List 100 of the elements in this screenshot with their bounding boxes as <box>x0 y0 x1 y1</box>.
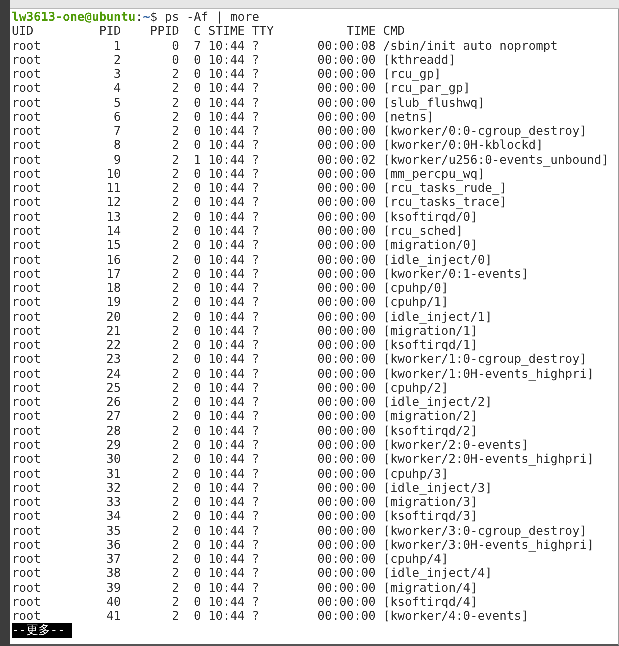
table-cell-text: ? <box>252 338 260 352</box>
table-cell-text: 18 <box>106 281 122 296</box>
prompt-user-host: lw3613-one@ubuntu <box>12 10 136 24</box>
table-cell-text: 24 <box>106 366 122 381</box>
table-cell-text: root <box>12 210 42 224</box>
table-cell-text: root <box>12 380 42 396</box>
table-cell-text: 0 <box>192 252 202 267</box>
table-cell-text: root <box>12 38 42 53</box>
table-cell-text: 2 <box>171 509 180 524</box>
table-cell-text: ? <box>252 480 260 496</box>
table-cell: 10:44 <box>208 210 245 224</box>
column-header: TIME <box>346 24 376 39</box>
table-cell: 10:44 <box>208 580 245 595</box>
table-cell-text: 00:00:00 <box>316 110 376 124</box>
table-cell-text: 0 <box>192 81 202 96</box>
table-cell-text: 25 <box>106 380 122 396</box>
table-cell-text: 2 <box>171 594 180 610</box>
table-cell-text: root <box>12 281 42 296</box>
table-cell-text: 0 <box>192 124 202 138</box>
table-cell-text: 0 <box>192 324 202 338</box>
table-cell-text: 3 <box>112 67 122 82</box>
table-cell-text: ? <box>252 566 260 581</box>
table-cell-text: 00:00:00 <box>316 552 376 566</box>
table-cell-text: ? <box>252 380 260 396</box>
table-cell: 10:44 <box>208 266 245 282</box>
table-cell-text: 29 <box>106 438 122 452</box>
table-cell: [cpuhp/0] <box>383 281 449 296</box>
table-cell-text: 0 <box>192 380 202 396</box>
table-cell-text: root <box>12 609 42 624</box>
table-cell-text: 00:00:00 <box>316 166 376 182</box>
table-cell-text: 00:00:00 <box>316 594 376 610</box>
table-cell-text: ? <box>252 552 260 566</box>
table-cell-text: 00:00:00 <box>316 466 376 481</box>
table-cell-text: 6 <box>112 110 122 124</box>
table-cell-text: root <box>12 252 42 267</box>
table-cell-text: ? <box>252 538 260 552</box>
table-cell: [kworker/2:0H-events_highpri] <box>383 452 594 466</box>
table-cell-text: ? <box>252 594 260 610</box>
table-cell-text: 0 <box>192 266 202 282</box>
table-cell-text: root <box>12 195 42 210</box>
table-cell: 10:44 <box>208 594 245 610</box>
table-cell: [netns] <box>383 110 434 124</box>
table-cell-text: ? <box>252 210 260 224</box>
table-cell-text: ? <box>252 181 260 196</box>
table-cell: [rcu_tasks_rude_] <box>383 181 507 196</box>
table-cell-text: 2 <box>171 324 180 338</box>
table-cell-text: root <box>12 566 42 581</box>
table-cell-text: ? <box>252 281 260 296</box>
table-cell-text: 00:00:00 <box>316 281 376 296</box>
table-cell-text: root <box>12 438 42 452</box>
table-cell-text: root <box>12 338 42 352</box>
table-cell-text: 37 <box>106 552 122 566</box>
table-cell-text: 13 <box>106 210 122 224</box>
table-cell-text: 0 <box>192 166 202 182</box>
table-cell-text: 2 <box>171 409 180 424</box>
table-cell-text: 00:00:00 <box>316 366 376 381</box>
table-cell: 10:44 <box>208 295 245 310</box>
table-cell-text: 0 <box>192 395 202 410</box>
table-cell-text: root <box>12 495 42 510</box>
table-cell-text: 00:00:00 <box>316 52 376 68</box>
table-cell: [kworker/1:0-cgroup_destroy] <box>383 352 588 367</box>
table-cell-text: 00:00:00 <box>316 81 376 96</box>
table-cell-text: 27 <box>106 409 122 424</box>
table-cell-text: 23 <box>106 352 122 367</box>
column-header: CMD <box>383 24 406 39</box>
table-cell-text: 30 <box>106 452 122 466</box>
table-cell-text: 22 <box>106 338 122 352</box>
table-cell: [kworker/3:0H-events_highpri] <box>383 538 594 552</box>
table-cell-text: root <box>12 424 42 438</box>
table-cell-text: 2 <box>171 166 180 182</box>
table-cell: 10:44 <box>208 252 245 267</box>
table-cell-text: 15 <box>106 238 122 253</box>
table-cell-text: 0 <box>192 438 202 452</box>
table-cell-text: 7 <box>112 124 122 138</box>
table-cell-text: 2 <box>171 352 180 367</box>
table-cell-text: 0 <box>192 181 202 196</box>
table-cell: [cpuhp/3] <box>383 466 449 481</box>
table-cell-text: 0 <box>192 480 202 496</box>
table-cell: 10:44 <box>208 438 245 452</box>
table-cell-text: 2 <box>171 366 180 381</box>
table-cell-text: ? <box>252 152 260 167</box>
table-cell-text: 00:00:00 <box>316 295 376 310</box>
table-cell-text: 00:00:00 <box>316 609 376 624</box>
table-cell-text: 2 <box>171 480 180 496</box>
table-cell-text: 19 <box>106 295 122 310</box>
table-cell-text: ? <box>252 324 260 338</box>
table-cell: 10:44 <box>208 566 245 581</box>
table-cell: 10:44 <box>208 609 245 624</box>
table-cell-text: 00:00:00 <box>316 124 376 138</box>
table-cell: 10:44 <box>208 380 245 396</box>
table-cell: [idle_inject/3] <box>383 480 492 496</box>
table-cell-text: ? <box>252 395 260 410</box>
table-cell-text: root <box>12 124 42 138</box>
table-cell: 10:44 <box>208 552 245 566</box>
table-cell-text: ? <box>252 424 260 438</box>
table-cell-text: 00:00:00 <box>316 324 376 338</box>
table-cell: [ksoftirqd/4] <box>383 594 478 610</box>
table-cell-text: 00:00:00 <box>316 210 376 224</box>
table-cell-text: 0 <box>192 566 202 581</box>
table-cell-text: 00:00:00 <box>316 338 376 352</box>
